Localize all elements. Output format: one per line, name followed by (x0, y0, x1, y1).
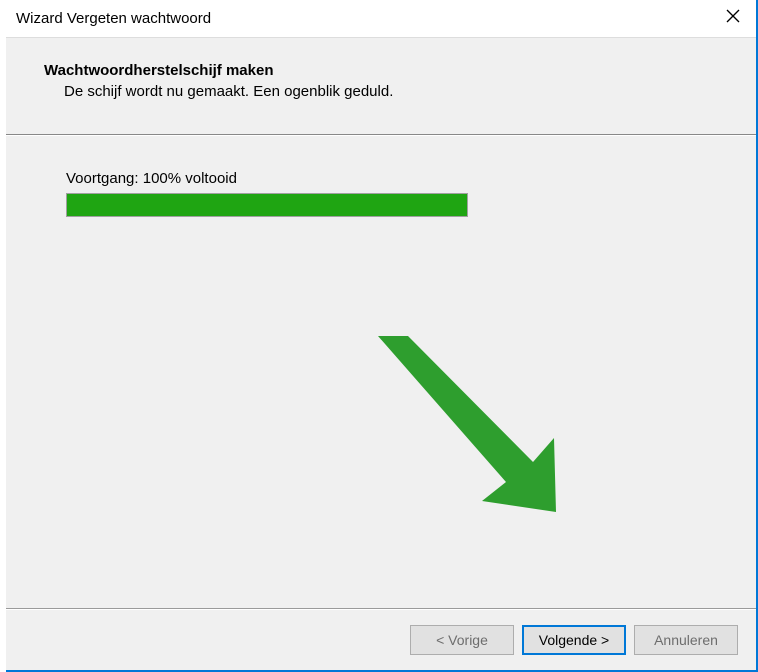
wizard-dialog: Wizard Vergeten wachtwoord Wachtwoordher… (6, 0, 756, 670)
window-title: Wizard Vergeten wachtwoord (16, 10, 211, 27)
cancel-button[interactable]: Annuleren (634, 625, 738, 655)
progress-fill (67, 194, 467, 216)
wizard-content: Voortgang: 100% voltooid (6, 136, 756, 608)
close-button[interactable] (710, 0, 756, 38)
progress-label: Voortgang: 100% voltooid (66, 170, 696, 187)
wizard-header-title: Wachtwoordherstelschijf maken (44, 62, 728, 79)
next-button[interactable]: Volgende > (522, 625, 626, 655)
titlebar: Wizard Vergeten wachtwoord (6, 0, 756, 38)
back-button[interactable]: < Vorige (410, 625, 514, 655)
wizard-button-bar: < Vorige Volgende > Annuleren (6, 610, 756, 670)
arrow-annotation-icon (378, 336, 578, 516)
wizard-header: Wachtwoordherstelschijf maken De schijf … (6, 38, 756, 134)
progress-bar (66, 193, 468, 217)
close-icon (726, 9, 740, 28)
wizard-header-subtitle: De schijf wordt nu gemaakt. Een ogenblik… (64, 83, 728, 100)
